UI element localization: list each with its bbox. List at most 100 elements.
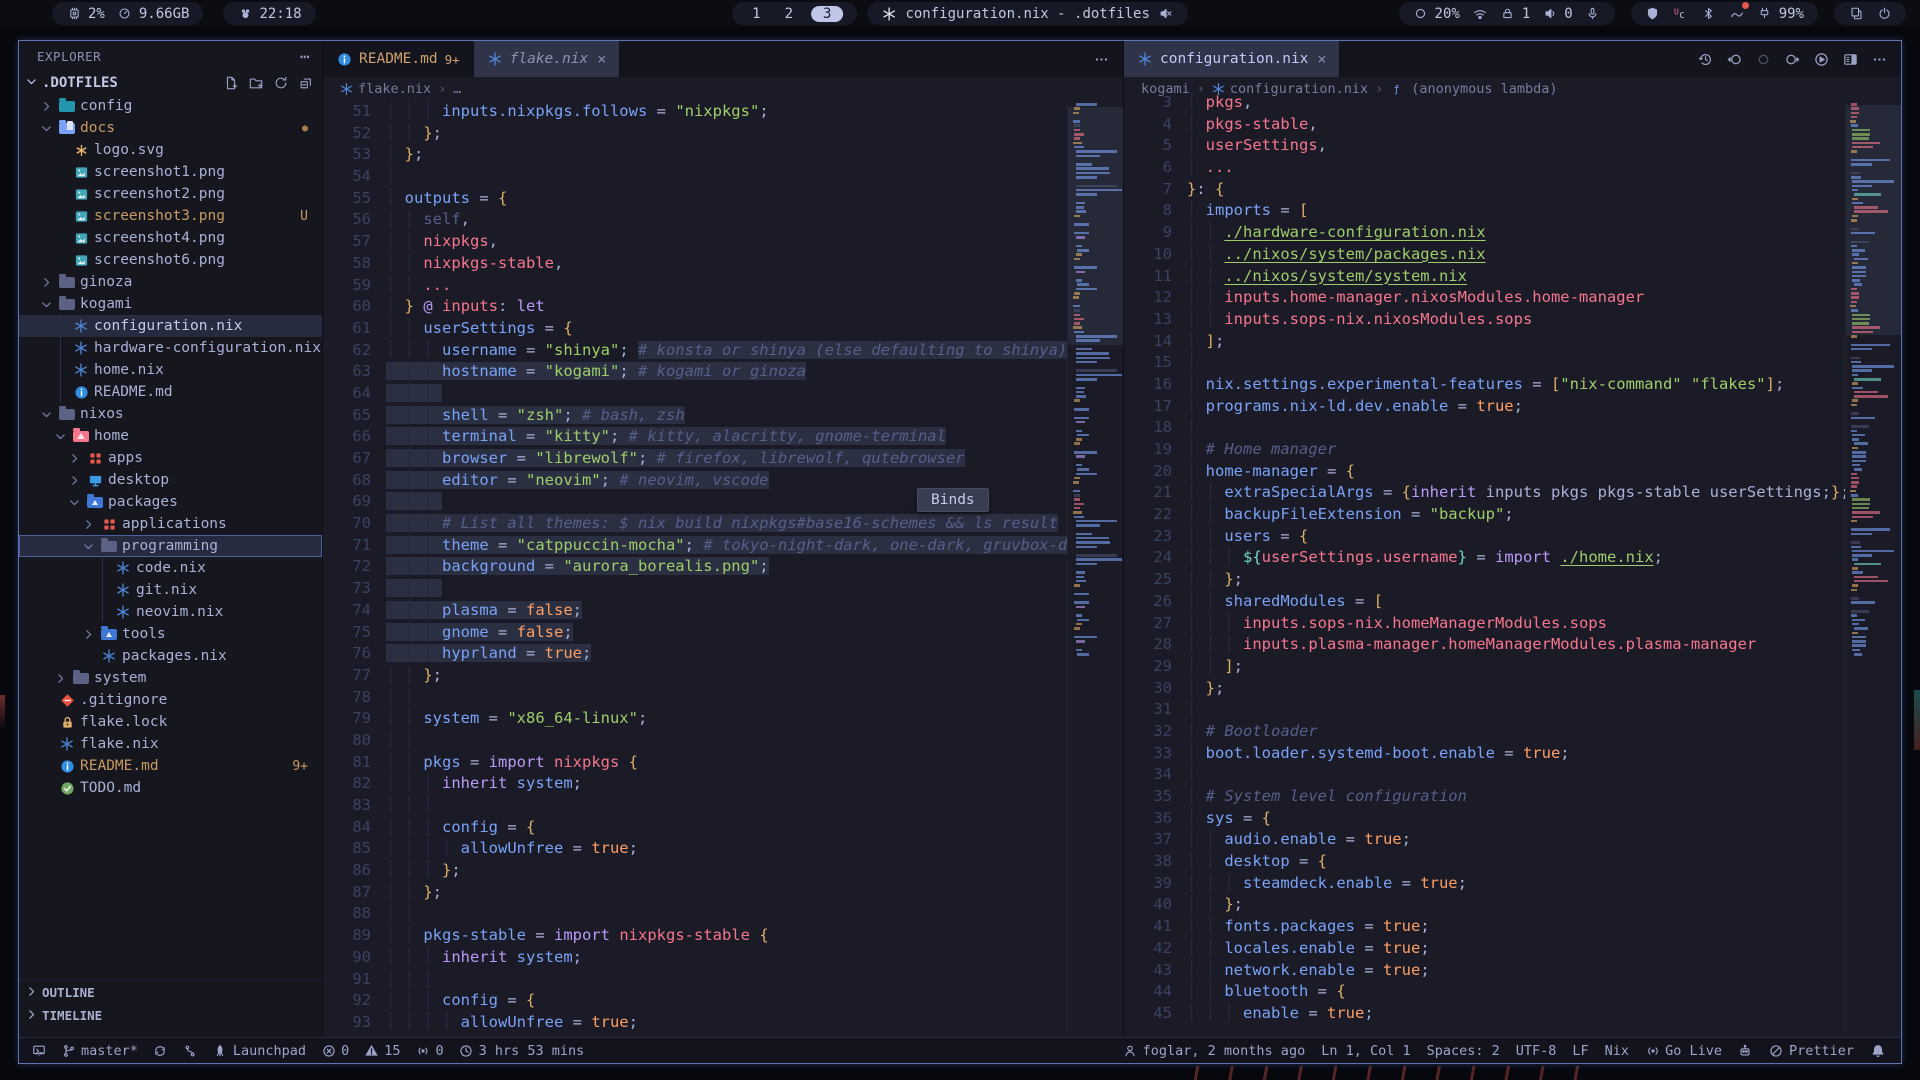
tree-item-screenshot4.png[interactable]: screenshot4.png (19, 227, 322, 249)
code-line-58[interactable]: 58│ │ nixpkgs-stable, (323, 253, 1123, 275)
tree-item-hardware-configuration.nix[interactable]: hardware-configuration.nix (19, 337, 322, 359)
tab-close-button[interactable]: × (1317, 50, 1326, 68)
tree-item-TODO.md[interactable]: TODO.md (19, 777, 322, 799)
tree-item-config[interactable]: config (19, 95, 322, 117)
gauge-status[interactable]: 9.66GB (117, 6, 190, 22)
more-icon[interactable] (1871, 51, 1887, 67)
code-line-88[interactable]: 88│ │ (323, 903, 1123, 925)
code-line-82[interactable]: 82│ │ │ inherit system; (323, 773, 1123, 795)
nav-forward-icon[interactable] (1784, 51, 1800, 67)
code-line-43[interactable]: 43│ │ network.enable = true; (1124, 960, 1901, 982)
code-line-40[interactable]: 40│ │ }; (1124, 894, 1901, 916)
code-line-31[interactable]: 31│ (1124, 699, 1901, 721)
tree-item-nixos[interactable]: nixos (19, 403, 322, 425)
status-language-mode[interactable]: Nix (1605, 1043, 1629, 1059)
brightness-status[interactable]: 20% (1413, 6, 1460, 22)
code-line-30[interactable]: 30│ }; (1124, 678, 1901, 700)
code-line-80[interactable]: 80│ │ (323, 730, 1123, 752)
code-line-23[interactable]: 23│ │ users = { (1124, 526, 1901, 548)
outline-section[interactable]: OUTLINE (19, 981, 322, 1004)
code-line-18[interactable]: 18│ (1124, 417, 1901, 439)
code-line-56[interactable]: 56│ │ self, (323, 209, 1123, 231)
code-line-67[interactable]: 67│ │ │ browser = "librewolf"; # firefox… (323, 448, 1123, 470)
tree-item-system[interactable]: system (19, 667, 322, 689)
split-icon[interactable] (1842, 51, 1858, 67)
code-line-75[interactable]: 75│ │ │ gnome = false; (323, 622, 1123, 644)
bluetooth-status[interactable] (1701, 6, 1717, 22)
code-line-55[interactable]: 55│ outputs = { (323, 188, 1123, 210)
tree-item-screenshot1.png[interactable]: screenshot1.png (19, 161, 322, 183)
tab-README.md[interactable]: README.md9+ (323, 41, 474, 77)
tree-item-docs[interactable]: docs● (19, 117, 322, 139)
code-line-51[interactable]: 51│ │ │ inputs.nixpkgs.follows = "nixpkg… (323, 101, 1123, 123)
code-line-35[interactable]: 35│ # System level configuration (1124, 786, 1901, 808)
tree-item-programming[interactable]: programming (19, 535, 322, 557)
tree-item-desktop[interactable]: desktop (19, 469, 322, 491)
keyboard-lock-status[interactable]: 1 (1500, 6, 1530, 22)
volume-status[interactable]: 0 (1542, 6, 1572, 22)
tree-item-ginoza[interactable]: ginoza (19, 271, 322, 293)
refresh-icon[interactable] (273, 75, 289, 91)
code-line-7[interactable]: 7}: { (1124, 179, 1901, 201)
tree-item-tools[interactable]: tools (19, 623, 322, 645)
code-line-14[interactable]: 14│ ]; (1124, 331, 1901, 353)
code-line-38[interactable]: 38│ │ desktop = { (1124, 851, 1901, 873)
code-line-42[interactable]: 42│ │ locales.enable = true; (1124, 938, 1901, 960)
cpu-status[interactable]: 2% (66, 6, 105, 22)
code-line-25[interactable]: 25│ │ }; (1124, 569, 1901, 591)
power-status[interactable] (1876, 6, 1892, 22)
tree-item-screenshot3.png[interactable]: screenshot3.pngU (19, 205, 322, 227)
tree-item-flake.lock[interactable]: flake.lock (19, 711, 322, 733)
tree-item-home.nix[interactable]: home.nix (19, 359, 322, 381)
code-line-41[interactable]: 41│ │ fonts.packages = true; (1124, 916, 1901, 938)
code-line-91[interactable]: 91│ │ │ (323, 969, 1123, 991)
status-assistant[interactable] (1738, 1043, 1753, 1058)
code-line-59[interactable]: 59│ │ ... (323, 275, 1123, 297)
code-line-5[interactable]: 5│ userSettings, (1124, 135, 1901, 157)
workspace-1[interactable]: 1 (746, 6, 766, 22)
code-line-10[interactable]: 10│ │ ../nixos/system/packages.nix (1124, 244, 1901, 266)
status-go-live[interactable]: Go Live (1645, 1043, 1722, 1059)
code-line-92[interactable]: 92│ │ │ config = { (323, 990, 1123, 1012)
code-line-64[interactable]: 64│ │ │ (323, 383, 1123, 405)
code-line-79[interactable]: 79│ │ system = "x86_64-linux"; (323, 708, 1123, 730)
collapse-icon[interactable] (298, 75, 314, 91)
status-notifications[interactable] (1870, 1043, 1885, 1058)
code-line-85[interactable]: 85│ │ │ │ allowUnfree = true; (323, 838, 1123, 860)
code-line-68[interactable]: 68│ │ │ editor = "neovim"; # neovim, vsc… (323, 470, 1123, 492)
code-line-29[interactable]: 29│ │ ]; (1124, 656, 1901, 678)
new-folder-icon[interactable] (248, 75, 264, 91)
code-line-6[interactable]: 6│ ... (1124, 157, 1901, 179)
code-line-12[interactable]: 12│ │ inputs.home-manager.nixosModules.h… (1124, 287, 1901, 309)
code-line-69[interactable]: 69│ │ │ (323, 491, 1123, 513)
status-encoding[interactable]: UTF-8 (1516, 1043, 1557, 1059)
code-line-39[interactable]: 39│ │ │ steamdeck.enable = true; (1124, 873, 1901, 895)
tree-item-applications[interactable]: applications (19, 513, 322, 535)
status-cursor-position[interactable]: Ln 1, Col 1 (1321, 1043, 1410, 1059)
code-line-37[interactable]: 37│ │ audio.enable = true; (1124, 829, 1901, 851)
code-editor-flake-nix[interactable]: 51│ │ │ inputs.nixpkgs.follows = "nixpkg… (323, 101, 1123, 1037)
code-line-20[interactable]: 20│ home-manager = { (1124, 461, 1901, 483)
code-line-66[interactable]: 66│ │ │ terminal = "kitty"; # kitty, ala… (323, 426, 1123, 448)
tree-item-apps[interactable]: apps (19, 447, 322, 469)
code-line-89[interactable]: 89│ │ pkgs-stable = import nixpkgs-stabl… (323, 925, 1123, 947)
code-line-9[interactable]: 9│ │ ./hardware-configuration.nix (1124, 222, 1901, 244)
code-line-22[interactable]: 22│ │ backupFileExtension = "backup"; (1124, 504, 1901, 526)
status-prettier[interactable]: Prettier (1769, 1043, 1854, 1059)
distro-status[interactable]: 22:18 (237, 6, 301, 22)
mic-status[interactable] (1585, 6, 1601, 22)
nav-dot-icon[interactable] (1755, 51, 1771, 67)
code-line-74[interactable]: 74│ │ │ plasma = false; (323, 600, 1123, 622)
explorer-more-button[interactable]: ⋯ (300, 47, 310, 66)
status-indentation[interactable]: Spaces: 2 (1427, 1043, 1500, 1059)
status-git-branch[interactable]: master* (61, 1043, 138, 1059)
status-warnings[interactable]: 15 (364, 1043, 400, 1059)
code-line-16[interactable]: 16│ nix.settings.experimental-features =… (1124, 374, 1901, 396)
breadcrumb-item[interactable]: flake.nix (340, 81, 431, 97)
shield-status[interactable] (1645, 6, 1661, 22)
tree-item-git.nix[interactable]: git.nix (19, 579, 322, 601)
code-line-84[interactable]: 84│ │ │ config = { (323, 817, 1123, 839)
code-line-19[interactable]: 19│ # Home manager (1124, 439, 1901, 461)
code-line-11[interactable]: 11│ │ ../nixos/system/system.nix (1124, 266, 1901, 288)
status-git-graph[interactable] (183, 1043, 198, 1058)
